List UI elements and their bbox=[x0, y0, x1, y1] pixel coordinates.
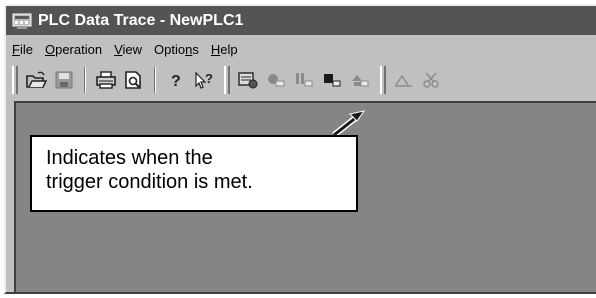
toolbar-separator bbox=[84, 67, 86, 93]
menu-help[interactable]: Help bbox=[205, 42, 244, 57]
menu-file[interactable]: File bbox=[6, 42, 39, 57]
menu-view[interactable]: View bbox=[108, 42, 148, 57]
help-icon[interactable]: ? bbox=[163, 67, 189, 93]
toolbar-separator bbox=[154, 67, 156, 93]
print-icon[interactable] bbox=[93, 67, 119, 93]
menu-options[interactable]: Options bbox=[148, 42, 205, 57]
chart-icon[interactable] bbox=[391, 67, 417, 93]
callout-text-line-1: Indicates when the bbox=[46, 147, 213, 169]
pause-icon[interactable] bbox=[291, 67, 317, 93]
title-bar[interactable]: PLC Data Trace - NewPLC1 bbox=[6, 6, 596, 35]
cut-icon[interactable] bbox=[419, 67, 445, 93]
svg-text:?: ? bbox=[205, 71, 213, 86]
save-icon[interactable] bbox=[51, 67, 77, 93]
print-preview-icon[interactable] bbox=[121, 67, 147, 93]
stop-icon[interactable] bbox=[319, 67, 345, 93]
toolbar-grip[interactable] bbox=[224, 66, 230, 94]
menu-operation[interactable]: Operation bbox=[39, 42, 108, 57]
context-help-icon[interactable]: ? bbox=[191, 67, 217, 93]
plc-app-icon bbox=[12, 12, 32, 30]
trace-settings-icon[interactable] bbox=[235, 67, 261, 93]
toolbar-grip[interactable] bbox=[12, 66, 18, 94]
menu-bar: File Operation View Options Help bbox=[6, 37, 596, 61]
callout-box: Indicates when the trigger condition is … bbox=[30, 135, 358, 212]
trigger-indicator-icon[interactable] bbox=[263, 67, 289, 93]
svg-text:?: ? bbox=[171, 73, 181, 90]
open-icon[interactable] bbox=[23, 67, 49, 93]
toolbar-grip[interactable] bbox=[380, 66, 386, 94]
transfer-icon[interactable] bbox=[347, 67, 373, 93]
callout-text-line-2: trigger condition is met. bbox=[46, 171, 253, 193]
window-title: PLC Data Trace - NewPLC1 bbox=[38, 11, 244, 29]
toolbar: ? ? bbox=[6, 63, 596, 97]
